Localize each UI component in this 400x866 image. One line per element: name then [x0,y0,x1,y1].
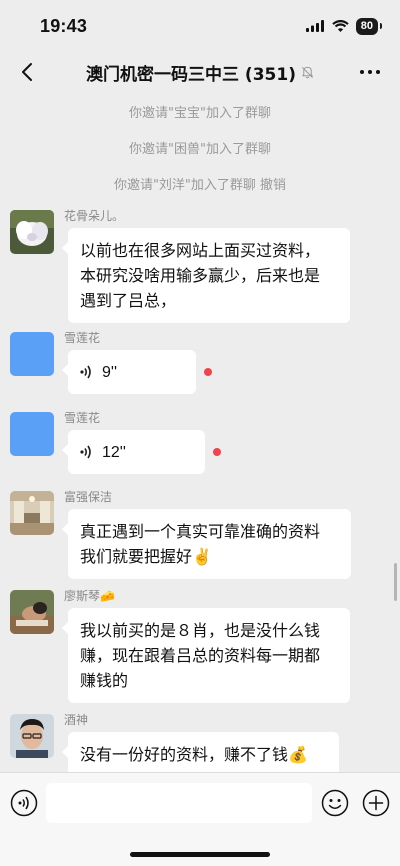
room-avatar-image [10,491,54,535]
more-icon[interactable] [358,62,382,82]
message-item: 富强保洁 真正遇到一个真实可靠准确的资料 我们就要把握好✌️ [10,490,390,579]
status-bar: 19:43 80 [0,0,400,52]
message-item: 酒神 没有一份好的资料，赚不了钱💰 [10,713,390,772]
text-message-bubble[interactable]: 真正遇到一个真实可靠准确的资料 我们就要把握好✌️ [62,509,351,579]
battery-indicator: 80 [355,17,383,35]
system-message: 你邀请"宝宝"加入了群聊 [0,102,400,121]
sender-name: 雪莲花 [64,331,101,345]
status-time: 19:43 [40,15,88,36]
voice-duration: 12'' [102,443,126,461]
voice-duration: 9'' [102,363,118,381]
chat-message-list[interactable]: 你邀请"宝宝"加入了群聊 你邀请"困兽"加入了群聊 你邀请"刘洋"加入了群聊 撤… [0,92,400,772]
chat-header: 澳门机密一码三中三 (351) [0,52,400,92]
text-message-bubble[interactable]: 我以前买的是８肖，也是没什么钱 赚，现在跟着吕总的资料每一期都 赚钱的 [62,608,350,703]
signal-icon [305,20,324,32]
plus-icon[interactable] [362,789,390,817]
system-message-text: 你邀请"困兽"加入了群聊 [129,142,271,157]
revoke-link[interactable]: 撤销 [260,178,286,193]
sender-name: 富强保洁 [64,490,113,504]
avatar[interactable] [10,332,54,376]
message-item: 雪莲花 9'' [10,331,390,398]
message-item: 廖斯琴🧀 我以前买的是８肖，也是没什么钱 赚，现在跟着吕总的资料每一期都 赚钱的 [10,589,390,703]
message-line: 本研究没啥用输多赢少，后来也是 [80,266,321,285]
avatar[interactable] [10,714,54,758]
sender-name: 酒神 [64,713,89,727]
home-indicator [130,852,270,857]
message-input[interactable] [46,783,312,823]
avatar[interactable] [10,491,54,535]
message-line: 以前也在很多网站上面买过资料， [80,241,321,260]
message-line: 没有一份好的资料，赚不了钱💰 [80,745,308,764]
voice-wave-icon [80,445,91,459]
emoji-icon[interactable] [321,789,349,817]
sender-name: 花骨朵儿。 [64,209,125,223]
message-item: 雪莲花 12'' [10,411,390,478]
text-message-bubble[interactable]: 以前也在很多网站上面买过资料， 本研究没啥用输多赢少，后来也是 遇到了吕总， [62,228,350,323]
voice-wave-icon [80,365,91,379]
avatar[interactable] [10,412,54,456]
chat-title-text: 澳门机密一码三中三 (351) [86,64,296,85]
back-arrow-icon[interactable] [16,60,40,84]
voice-message-bubble[interactable]: 12'' [62,430,205,474]
message-line: 赚，现在跟着吕总的资料每一期都 [80,646,321,665]
avatar[interactable] [10,210,54,254]
status-icons: 80 [305,17,383,35]
voice-message-bubble[interactable]: 9'' [62,350,196,394]
message-line: 我们就要把握好✌️ [80,547,212,566]
avatar[interactable] [10,590,54,634]
unread-dot [213,448,221,456]
person-avatar-image [10,590,54,634]
system-message-text: 你邀请"刘洋"加入了群聊 [113,178,256,193]
mute-icon [301,66,314,78]
message-line: 真正遇到一个真实可靠准确的资料 [80,522,321,541]
voice-input-icon[interactable] [10,789,38,817]
sender-name: 雪莲花 [64,411,101,425]
message-line: 我以前买的是８肖，也是没什么钱 [80,621,321,640]
text-message-bubble[interactable]: 没有一份好的资料，赚不了钱💰 [62,732,339,772]
message-line: 赚钱的 [80,671,129,690]
man-avatar-image [10,714,54,758]
system-message: 你邀请"刘洋"加入了群聊 撤销 [0,174,400,193]
scrollbar[interactable] [394,563,397,601]
message-item: 花骨朵儿。 以前也在很多网站上面买过资料， 本研究没啥用输多赢少，后来也是 遇到… [10,209,390,323]
chat-title: 澳门机密一码三中三 (351) [86,60,314,85]
system-message-text: 你邀请"宝宝"加入了群聊 [129,106,271,121]
message-line: 遇到了吕总， [80,291,177,310]
wifi-icon [332,20,349,32]
system-message: 你邀请"困兽"加入了群聊 [0,138,400,157]
unread-dot [204,368,212,376]
sender-name: 廖斯琴🧀 [64,589,115,603]
flower-avatar-image [10,210,54,254]
